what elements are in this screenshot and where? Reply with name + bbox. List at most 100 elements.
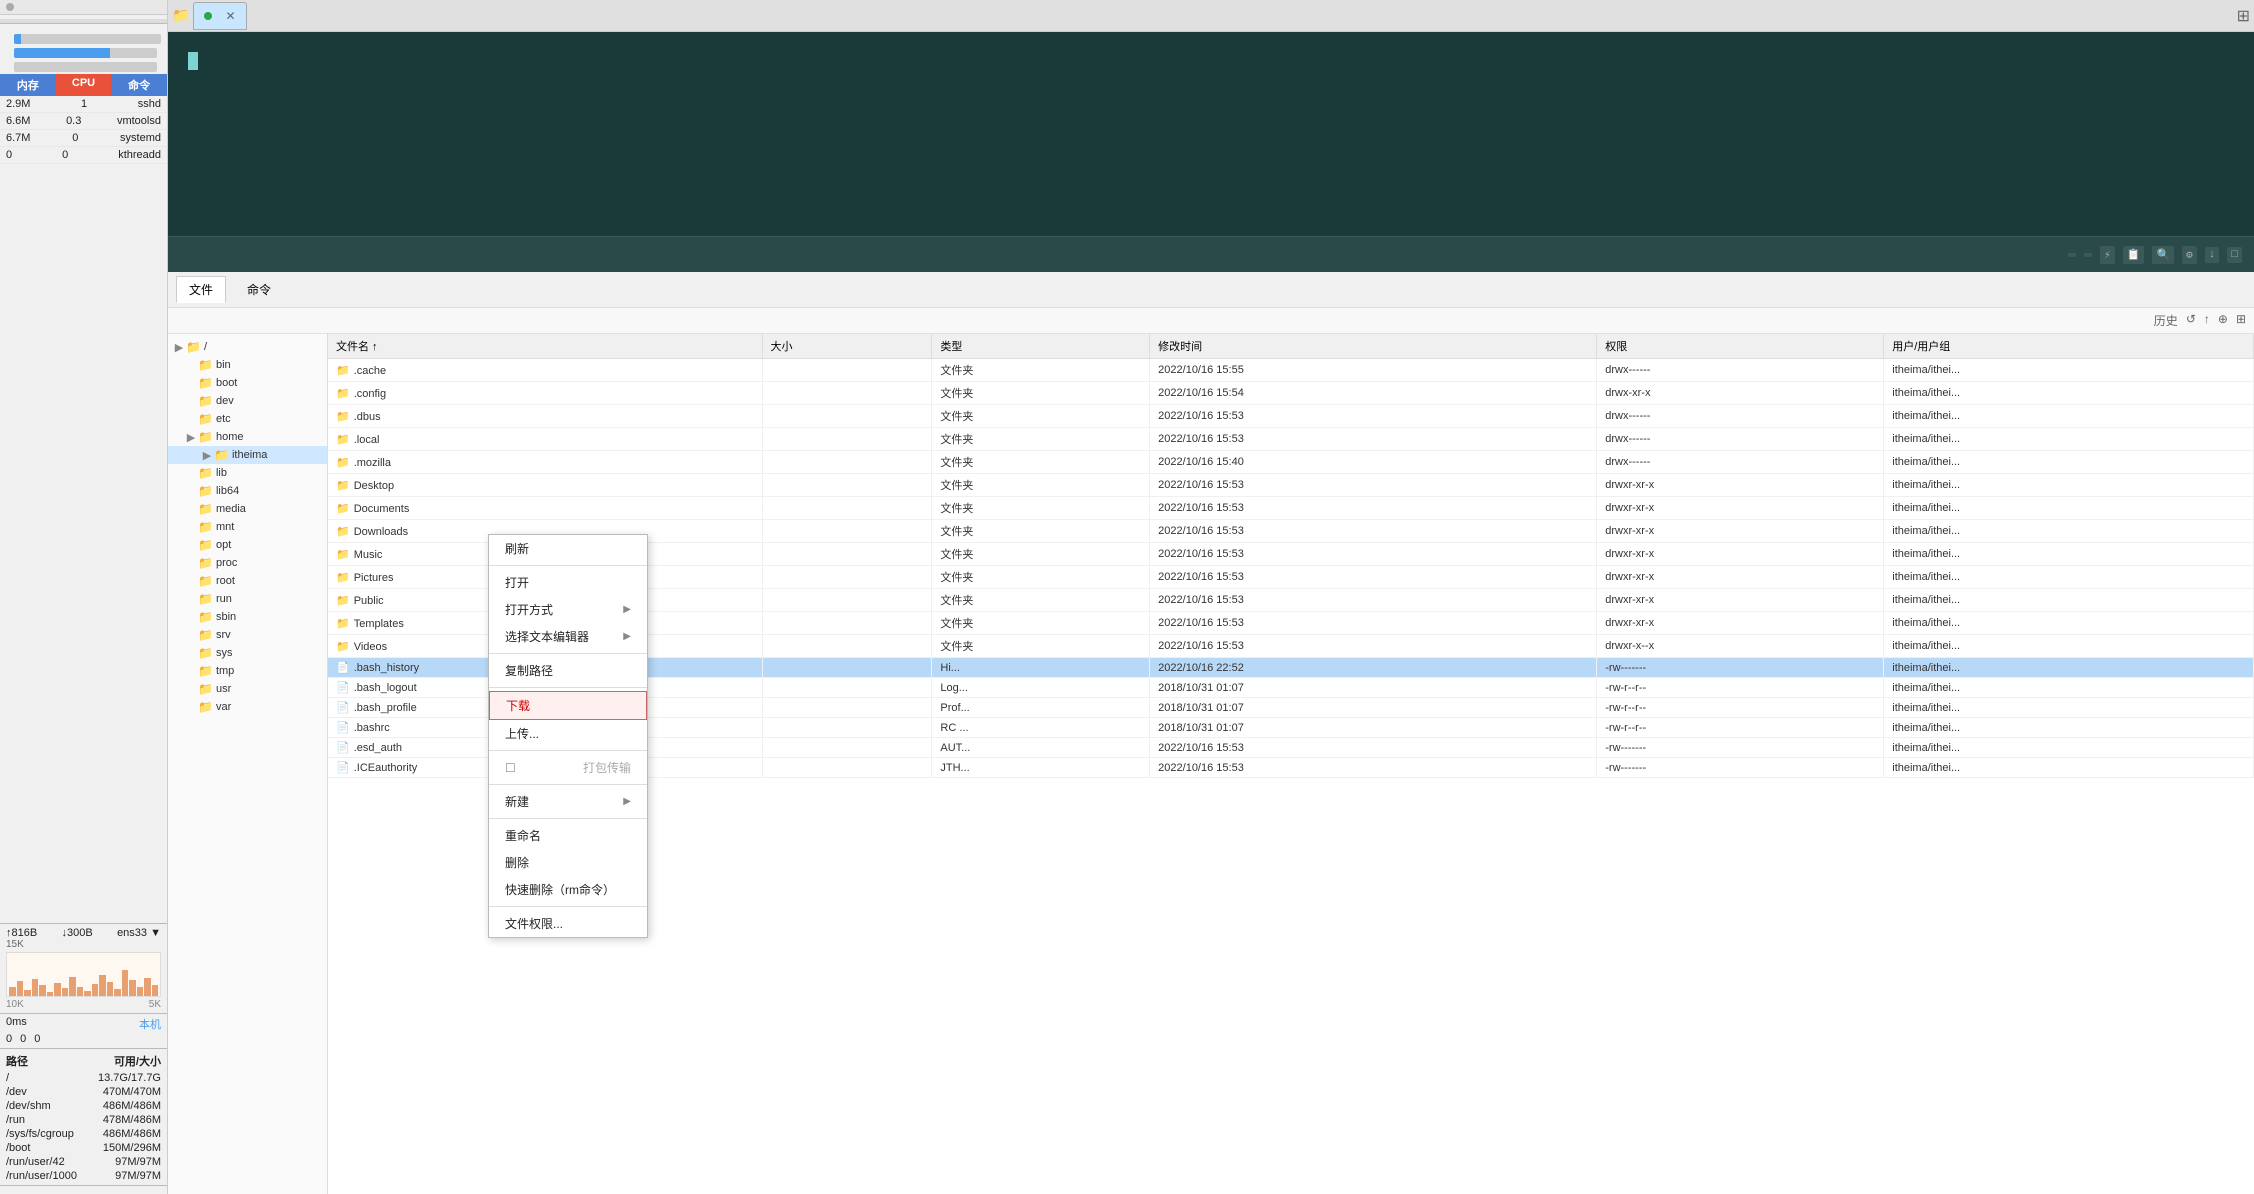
col-type[interactable]: 类型 <box>932 334 1150 359</box>
tree-item-lib64[interactable]: 📁 lib64 <box>168 482 327 500</box>
folder-icon: 📁 <box>198 592 213 606</box>
tree-item-dev[interactable]: 📁 dev <box>168 392 327 410</box>
fm-tab-commands[interactable]: 命令 <box>234 276 284 303</box>
file-type: 文件夹 <box>932 474 1150 497</box>
tree-item-run[interactable]: 📁 run <box>168 590 327 608</box>
chart-bar <box>107 982 114 996</box>
file-modified: 2022/10/16 15:54 <box>1150 382 1597 405</box>
net-interface: ens33 ▼ <box>117 927 161 939</box>
proc-cmd: systemd <box>120 132 161 144</box>
tree-item-home[interactable]: ▶ 📁 home <box>168 428 327 446</box>
grid-view-icon[interactable]: ⊞ <box>2237 6 2250 26</box>
search-icon[interactable]: 🔍 <box>2152 246 2174 264</box>
tree-item-mnt[interactable]: 📁 mnt <box>168 518 327 536</box>
file-name: 📁.cache <box>328 359 762 382</box>
fm-up-button[interactable]: ↑ <box>2204 312 2210 329</box>
file-manager: 文件 命令 历史 ↺ ↑ ⊕ ⊞ ▶ 📁 / <box>168 272 2254 1194</box>
proc-cpu: 0 <box>72 132 78 144</box>
tree-item-usr[interactable]: 📁 usr <box>168 680 327 698</box>
chart-bar <box>84 991 91 996</box>
context-menu-item[interactable]: 下载 <box>489 691 647 720</box>
tree-item-itheima[interactable]: ▶ 📁 itheima <box>168 446 327 464</box>
table-row[interactable]: 📁Desktop 文件夹 2022/10/16 15:53 drwxr-xr-x… <box>328 474 2254 497</box>
context-menu-item[interactable]: 快速删除（rm命令） <box>489 876 647 903</box>
col-owner[interactable]: 用户/用户组 <box>1884 334 2254 359</box>
tree-item-media[interactable]: 📁 media <box>168 500 327 518</box>
disk-item: /run/user/1000 97M/97M <box>0 1169 167 1183</box>
tree-toggle[interactable]: ▶ <box>184 431 198 444</box>
table-row[interactable]: 📁Documents 文件夹 2022/10/16 15:53 drwxr-xr… <box>328 497 2254 520</box>
tree-label: tmp <box>216 665 234 677</box>
tree-item-lib[interactable]: 📁 lib <box>168 464 327 482</box>
table-header-row: 文件名 ↑ 大小 类型 修改时间 权限 用户/用户组 <box>328 334 2254 359</box>
tree-item-sys[interactable]: 📁 sys <box>168 644 327 662</box>
disk-path: /run/user/42 <box>6 1156 65 1168</box>
filter-button[interactable] <box>2084 253 2092 257</box>
context-menu-item[interactable]: 文件权限... <box>489 910 647 937</box>
tree-item-srv[interactable]: 📁 srv <box>168 626 327 644</box>
context-menu-item[interactable]: 刷新 <box>489 535 647 562</box>
tab-cmd[interactable]: 命令 <box>111 74 167 96</box>
folder-icon: 📁 <box>336 388 350 400</box>
fm-upload-button[interactable]: ⊕ <box>2218 312 2228 329</box>
process-tabs[interactable]: 内存 CPU 命令 <box>0 74 167 96</box>
tree-item-boot[interactable]: 📁 boot <box>168 374 327 392</box>
tab-close-button[interactable]: ✕ <box>225 9 235 23</box>
context-menu-item[interactable]: 新建▶ <box>489 788 647 815</box>
file-perms: -rw------- <box>1597 758 1884 778</box>
proc-cpu: 0.3 <box>66 115 81 127</box>
fm-history-button[interactable]: 历史 <box>2154 312 2178 329</box>
power-icon[interactable]: ⚡ <box>2100 246 2115 264</box>
context-menu-item[interactable]: 打开方式▶ <box>489 596 647 623</box>
context-menu-item[interactable]: 删除 <box>489 849 647 876</box>
table-row[interactable]: 📁.local 文件夹 2022/10/16 15:53 drwx------ … <box>328 428 2254 451</box>
file-modified: 2022/10/16 15:53 <box>1150 589 1597 612</box>
tab-cpu[interactable]: CPU <box>56 74 112 96</box>
maximize-icon[interactable]: □ <box>2227 247 2242 263</box>
table-row[interactable]: 📁.mozilla 文件夹 2022/10/16 15:40 drwx-----… <box>328 451 2254 474</box>
tree-label: media <box>216 503 246 515</box>
col-modified[interactable]: 修改时间 <box>1150 334 1597 359</box>
context-menu-item[interactable]: 复制路径 <box>489 657 647 684</box>
tree-item-bin[interactable]: 📁 bin <box>168 356 327 374</box>
file-type: 文件夹 <box>932 612 1150 635</box>
table-row[interactable]: 📁.cache 文件夹 2022/10/16 15:55 drwx------ … <box>328 359 2254 382</box>
tree-item-opt[interactable]: 📁 opt <box>168 536 327 554</box>
fm-grid-button[interactable]: ⊞ <box>2236 312 2246 329</box>
context-menu: 刷新打开打开方式▶选择文本编辑器▶复制路径下载上传...☐打包传输新建▶重命名删… <box>488 534 648 938</box>
tree-toggle[interactable]: ▶ <box>200 449 214 462</box>
settings-icon[interactable]: ⚙ <box>2182 246 2197 264</box>
tree-item-sbin[interactable]: 📁 sbin <box>168 608 327 626</box>
col-perms[interactable]: 权限 <box>1597 334 1884 359</box>
file-icon: 📄 <box>336 762 350 774</box>
download-icon[interactable]: ↓ <box>2205 247 2220 263</box>
tree-toggle[interactable]: ▶ <box>172 341 186 354</box>
tab-mem[interactable]: 内存 <box>0 74 56 96</box>
proc-cpu: 1 <box>81 98 87 110</box>
tree-item-root[interactable]: ▶ 📁 / <box>168 338 327 356</box>
copy-terminal-icon[interactable]: 📋 <box>2123 246 2145 264</box>
table-row[interactable]: 📁.dbus 文件夹 2022/10/16 15:53 drwx------ i… <box>328 405 2254 428</box>
tree-item-root[interactable]: 📁 root <box>168 572 327 590</box>
context-menu-item[interactable]: 打开 <box>489 569 647 596</box>
tree-item-proc[interactable]: 📁 proc <box>168 554 327 572</box>
table-row[interactable]: 📁.config 文件夹 2022/10/16 15:54 drwx-xr-x … <box>328 382 2254 405</box>
fm-tab-files[interactable]: 文件 <box>176 276 226 303</box>
active-tab[interactable]: ✕ <box>193 2 246 30</box>
tree-item-var[interactable]: 📁 var <box>168 698 327 716</box>
folder-icon: 📁 <box>214 448 229 462</box>
col-size[interactable]: 大小 <box>762 334 932 359</box>
fm-refresh-button[interactable]: ↺ <box>2186 312 2196 329</box>
terminal-bottom-bar: ⚡ 📋 🔍 ⚙ ↓ □ <box>168 236 2254 272</box>
file-modified: 2018/10/31 01:07 <box>1150 698 1597 718</box>
context-menu-item[interactable]: 上传... <box>489 720 647 747</box>
context-menu-item[interactable]: 选择文本编辑器▶ <box>489 623 647 650</box>
history-button[interactable] <box>2068 253 2076 257</box>
ctx-checkbox-icon: ☐ <box>505 761 516 775</box>
folder-icon: 📁 <box>336 503 350 515</box>
col-filename[interactable]: 文件名 ↑ <box>328 334 762 359</box>
upgrade-link[interactable] <box>0 1185 167 1194</box>
tree-item-etc[interactable]: 📁 etc <box>168 410 327 428</box>
tree-item-tmp[interactable]: 📁 tmp <box>168 662 327 680</box>
context-menu-item[interactable]: 重命名 <box>489 822 647 849</box>
